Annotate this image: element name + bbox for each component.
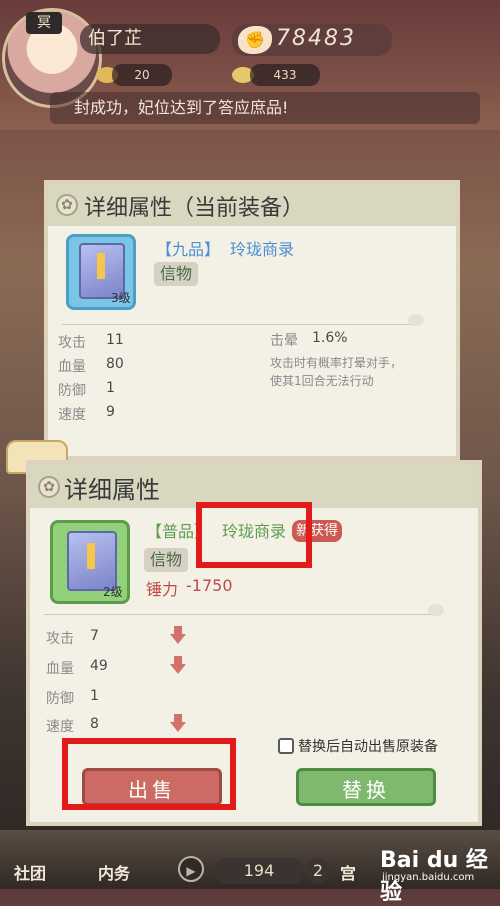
new-stat-label-attack: 攻击 xyxy=(46,631,74,647)
current-stat-value-defense: 1 xyxy=(106,380,115,396)
auto-sell-label: 替换后自动出售原装备 xyxy=(298,739,438,755)
current-stat-value-attack: 11 xyxy=(106,332,124,348)
current-stat-label-speed: 速度 xyxy=(58,407,86,423)
resource-1-value: 20 xyxy=(112,64,172,86)
current-stat-value-speed: 9 xyxy=(106,404,115,420)
current-extra-desc-1: 攻击时有概率打晕对手， xyxy=(270,356,403,370)
new-stat-value-defense: 1 xyxy=(90,688,99,704)
replace-button[interactable]: 替换 xyxy=(296,768,436,806)
flower-icon-2: ✿ xyxy=(38,476,60,498)
sell-price-label: 锤力 xyxy=(146,580,179,599)
highlight-item-name xyxy=(196,502,312,568)
hp-decrease-icon-stem xyxy=(174,656,182,664)
current-panel-title: 详细属性（当前装备） xyxy=(84,196,305,221)
current-item-level: 3级 xyxy=(111,291,131,305)
current-stat-label-attack: 攻击 xyxy=(58,335,86,351)
new-item-icon-box[interactable]: 2级 xyxy=(50,520,130,604)
detail-divider xyxy=(44,614,434,615)
new-stat-value-speed: 8 xyxy=(90,716,99,732)
baidu-watermark-url: jingyan.baidu.com xyxy=(382,872,475,883)
new-item-type: 信物 xyxy=(144,548,189,572)
nav-palace[interactable]: 宫 xyxy=(340,860,356,884)
current-item-name: 玲珑商录 xyxy=(230,240,295,259)
current-extra-value: 1.6% xyxy=(312,330,348,346)
attack-decrease-icon-stem xyxy=(174,626,182,634)
current-stat-label-defense: 防御 xyxy=(58,383,86,399)
current-item-icon-box[interactable]: 3级 xyxy=(66,234,136,310)
speed-decrease-icon xyxy=(170,722,186,732)
new-stat-label-hp: 血量 xyxy=(46,661,74,677)
counter-1: 194 xyxy=(214,858,304,884)
current-equipment-panel: ✿ 详细属性（当前装备） 3级 【九品】 玲珑商录 信物 攻击 11 血量 80… xyxy=(44,180,460,460)
hp-decrease-icon xyxy=(170,664,186,674)
resource-2-value: 433 xyxy=(250,64,320,86)
play-icon[interactable]: ▶ xyxy=(178,856,204,882)
auto-sell-checkbox[interactable] xyxy=(278,738,294,754)
power-value: 78483 xyxy=(276,26,356,51)
avatar-tag: 冥 xyxy=(26,12,62,34)
counter-2: 2 xyxy=(306,858,330,884)
sell-price-value: -1750 xyxy=(186,576,233,595)
current-divider xyxy=(62,324,412,325)
new-stat-value-hp: 49 xyxy=(90,658,108,674)
book-strip-2 xyxy=(87,543,95,569)
new-item-level: 2级 xyxy=(103,585,123,599)
detail-panel-title: 详细属性 xyxy=(64,476,160,504)
nav-club[interactable]: 社团 xyxy=(14,860,46,884)
highlight-sell-button xyxy=(62,738,236,810)
current-extra-desc-2: 使其1回合无法行动 xyxy=(270,374,374,388)
current-stat-label-hp: 血量 xyxy=(58,359,86,375)
cloud-icon-2 xyxy=(428,604,444,616)
current-extra-label: 击晕 xyxy=(270,333,298,349)
current-item-grade: 【九品】 xyxy=(156,240,221,259)
nav-affairs[interactable]: 内务 xyxy=(98,860,130,884)
current-item-type: 信物 xyxy=(154,262,199,286)
notice-text: 封成功，妃位达到了答应庶品! xyxy=(74,98,289,117)
new-stat-label-speed: 速度 xyxy=(46,719,74,735)
speed-decrease-icon-stem xyxy=(174,714,182,722)
book-strip xyxy=(97,253,105,279)
new-stat-value-attack: 7 xyxy=(90,628,99,644)
player-name: 伯了芷 xyxy=(80,24,220,54)
flower-icon: ✿ xyxy=(56,194,78,216)
new-stat-label-defense: 防御 xyxy=(46,691,74,707)
power-icon: ✊ xyxy=(238,26,272,54)
book-icon-2 xyxy=(67,531,117,591)
current-stat-value-hp: 80 xyxy=(106,356,124,372)
cloud-icon xyxy=(408,314,424,326)
attack-decrease-icon xyxy=(170,634,186,644)
